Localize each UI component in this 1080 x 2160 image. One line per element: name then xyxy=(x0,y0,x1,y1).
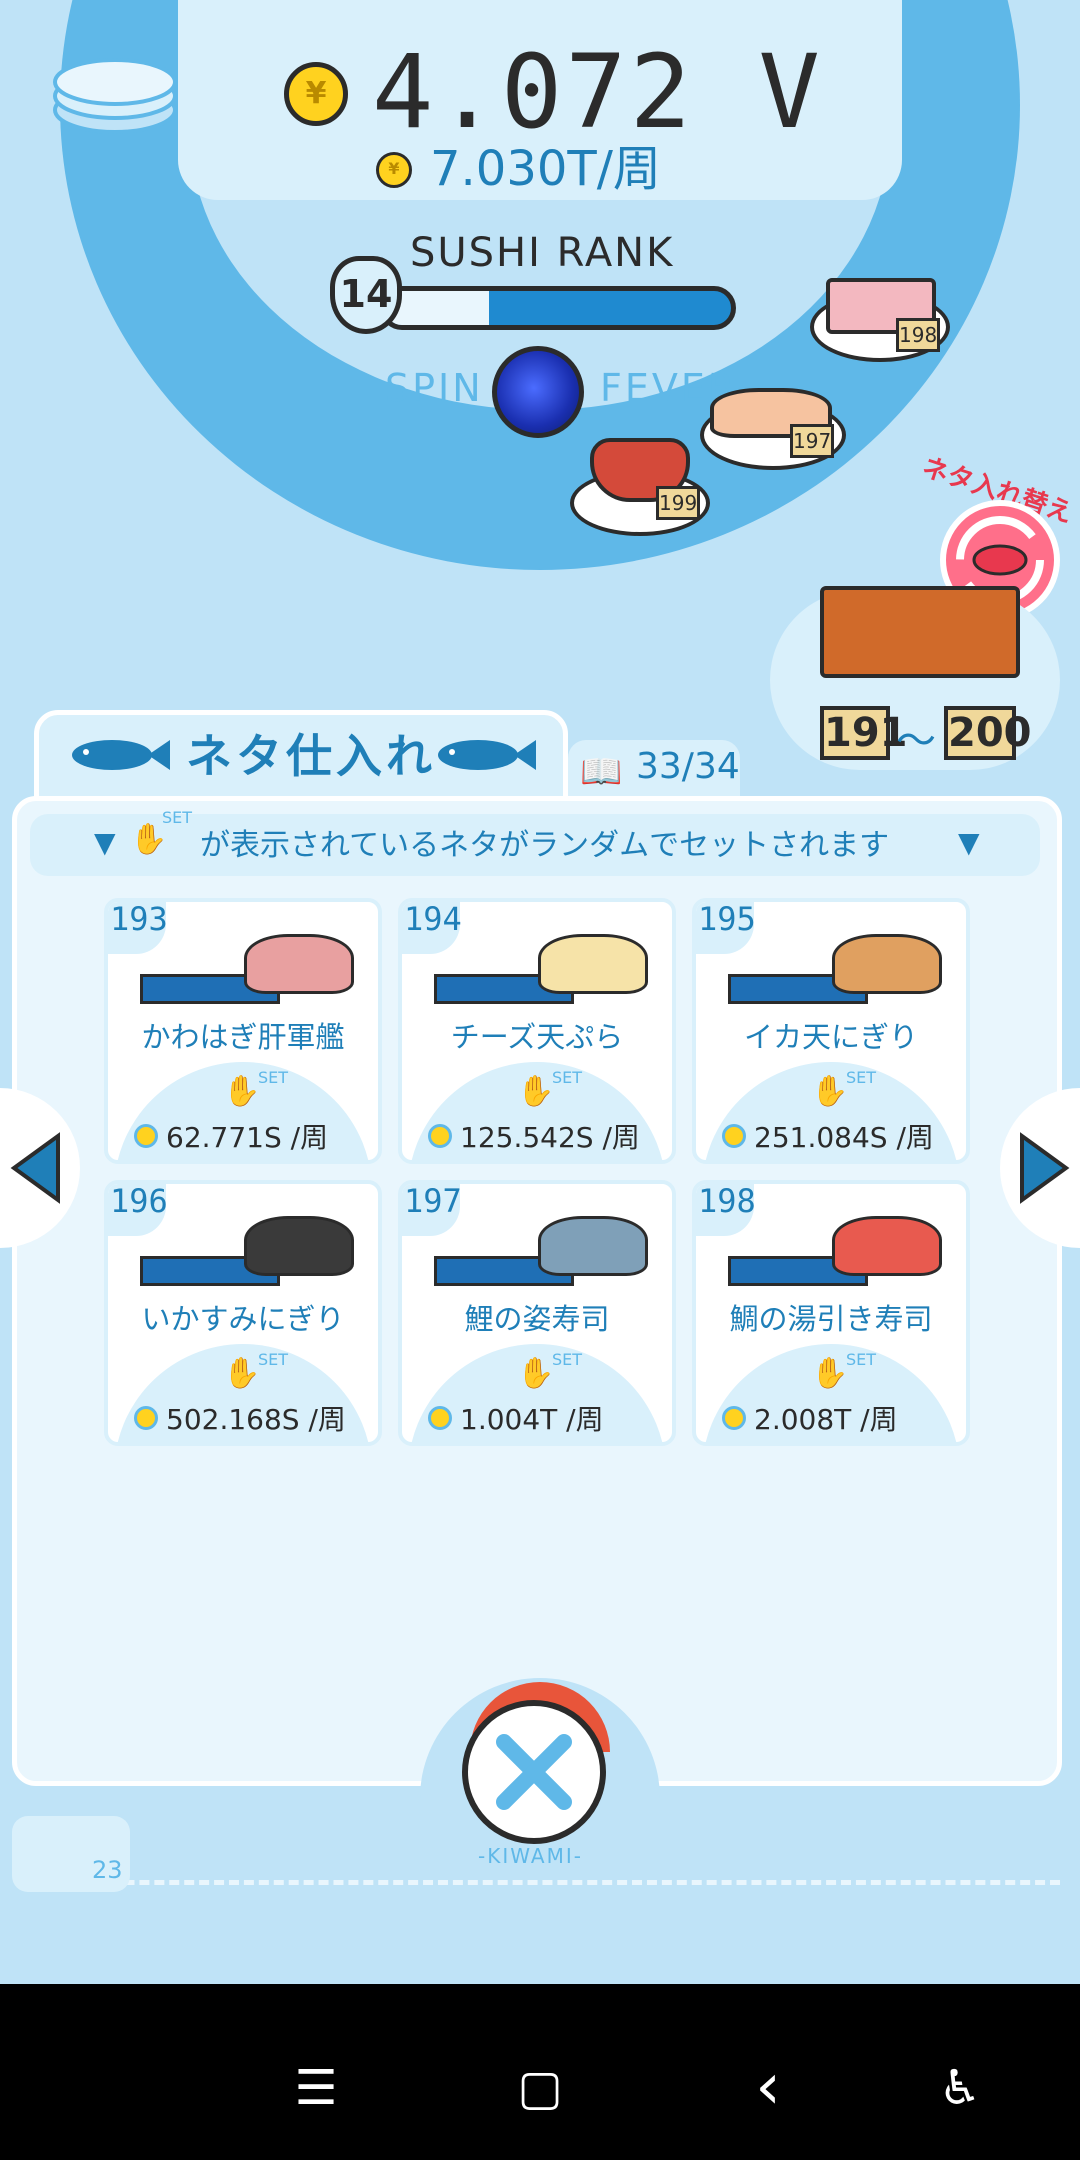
range-to: 200 xyxy=(944,706,1032,760)
coin-icon xyxy=(428,1406,452,1430)
set-icon-label: SET xyxy=(162,808,193,827)
neta-dish-icon xyxy=(728,1210,942,1286)
total-coins: 4.072 V xyxy=(372,33,823,152)
set-icon-label: SET xyxy=(846,1068,877,1087)
neta-dish-icon xyxy=(140,1210,354,1286)
close-icon xyxy=(496,1734,572,1810)
accessibility-icon[interactable]: ♿ xyxy=(920,2060,1000,2116)
rank-title: SUSHI RANK xyxy=(410,230,675,276)
neta-price: 251.084S /周 xyxy=(754,1121,934,1154)
neta-name: いかすみにぎり xyxy=(141,1302,345,1336)
neta-dish-icon xyxy=(140,928,354,1004)
menu-icon[interactable]: ☰ xyxy=(276,2060,356,2116)
plate-tag: 198 xyxy=(896,318,940,352)
food-icon xyxy=(832,1216,942,1276)
coin-icon xyxy=(722,1124,746,1148)
neta-card[interactable]: 193 かわはぎ肝軍艦 ✋ SET 62.771S /周 xyxy=(104,898,382,1164)
prev-page-button[interactable] xyxy=(0,1088,80,1248)
food-icon xyxy=(244,934,354,994)
notice-text: が表示されているネタがランダムでセットされます xyxy=(200,828,890,863)
set-icon-label: SET xyxy=(846,1350,877,1369)
food-icon xyxy=(538,1216,648,1276)
neta-name: イカ天にぎり xyxy=(743,1020,918,1054)
food-icon xyxy=(538,934,648,994)
collection-count: 33/34 xyxy=(636,746,740,787)
set-icon-label: SET xyxy=(552,1068,583,1087)
food-icon xyxy=(832,934,942,994)
rate-coin-icon: ¥ xyxy=(376,152,412,188)
set-icon-label: SET xyxy=(258,1068,289,1087)
neta-dish-icon xyxy=(728,928,942,1004)
neta-price: 125.542S /周 xyxy=(460,1121,640,1154)
neta-price: 62.771S /周 xyxy=(166,1121,329,1154)
coin-icon xyxy=(428,1124,452,1148)
neta-dish-icon xyxy=(434,928,648,1004)
fish-icon xyxy=(72,740,170,770)
set-icon: ✋ xyxy=(130,822,168,857)
book-icon: 📖 xyxy=(580,752,623,792)
range-from: 191 xyxy=(820,706,908,760)
neta-name: 鯉の姿寿司 xyxy=(464,1302,610,1336)
coin-icon xyxy=(134,1124,158,1148)
rank-level-badge: 14 xyxy=(330,256,402,334)
triangle-down-icon: ▼ xyxy=(958,826,980,859)
neta-card[interactable]: 198 鯛の湯引き寿司 ✋ SET 2.008T /周 xyxy=(692,1180,970,1446)
spin-fever-button[interactable] xyxy=(492,346,584,438)
coin-icon xyxy=(722,1406,746,1430)
set-icon-label: SET xyxy=(552,1350,583,1369)
fish-icon xyxy=(438,740,536,770)
neta-price: 502.168S /周 xyxy=(166,1403,346,1436)
neta-card[interactable]: 196 いかすみにぎり ✋ SET 502.168S /周 xyxy=(104,1180,382,1446)
neta-price: 1.004T /周 xyxy=(460,1403,604,1436)
income-rate: 7.030T/周 xyxy=(430,141,661,197)
plate-stack-icon[interactable] xyxy=(50,50,180,136)
sushi-platter-icon xyxy=(820,586,1020,678)
food-icon xyxy=(244,1216,354,1276)
neta-name: 鯛の湯引き寿司 xyxy=(729,1302,933,1336)
divider xyxy=(20,1880,1060,1885)
coin-icon: ¥ xyxy=(284,62,348,126)
triangle-down-icon: ▼ xyxy=(94,826,116,859)
home-icon[interactable]: ▢ xyxy=(500,2060,580,2116)
neta-price: 2.008T /周 xyxy=(754,1403,898,1436)
neta-name: かわはぎ肝軍艦 xyxy=(141,1020,345,1054)
close-button[interactable] xyxy=(462,1700,606,1844)
tab-title: ネタ仕入れ xyxy=(186,729,436,783)
neta-dish-icon xyxy=(434,1210,648,1286)
kiwami-label: -KIWAMI- xyxy=(478,1844,583,1868)
back-icon[interactable]: ‹ xyxy=(728,2050,808,2124)
rice-count: 23 xyxy=(92,1856,123,1884)
range-separator: 〜 xyxy=(896,718,936,764)
neta-name: チーズ天ぷら xyxy=(450,1020,624,1054)
arrow-right-icon xyxy=(1020,1132,1070,1204)
set-icon-label: SET xyxy=(258,1350,289,1369)
coin-icon xyxy=(134,1406,158,1430)
plate-tag: 197 xyxy=(790,424,834,458)
neta-card[interactable]: 195 イカ天にぎり ✋ SET 251.084S /周 xyxy=(692,898,970,1164)
next-page-button[interactable] xyxy=(1000,1088,1080,1248)
rank-progress-bar xyxy=(380,286,736,330)
plate-tag: 199 xyxy=(656,486,700,520)
spin-label: SPIN xyxy=(385,366,484,410)
neta-card[interactable]: 194 チーズ天ぷら ✋ SET 125.542S /周 xyxy=(398,898,676,1164)
arrow-left-icon xyxy=(10,1132,60,1204)
neta-card[interactable]: 197 鯉の姿寿司 ✋ SET 1.004T /周 xyxy=(398,1180,676,1446)
